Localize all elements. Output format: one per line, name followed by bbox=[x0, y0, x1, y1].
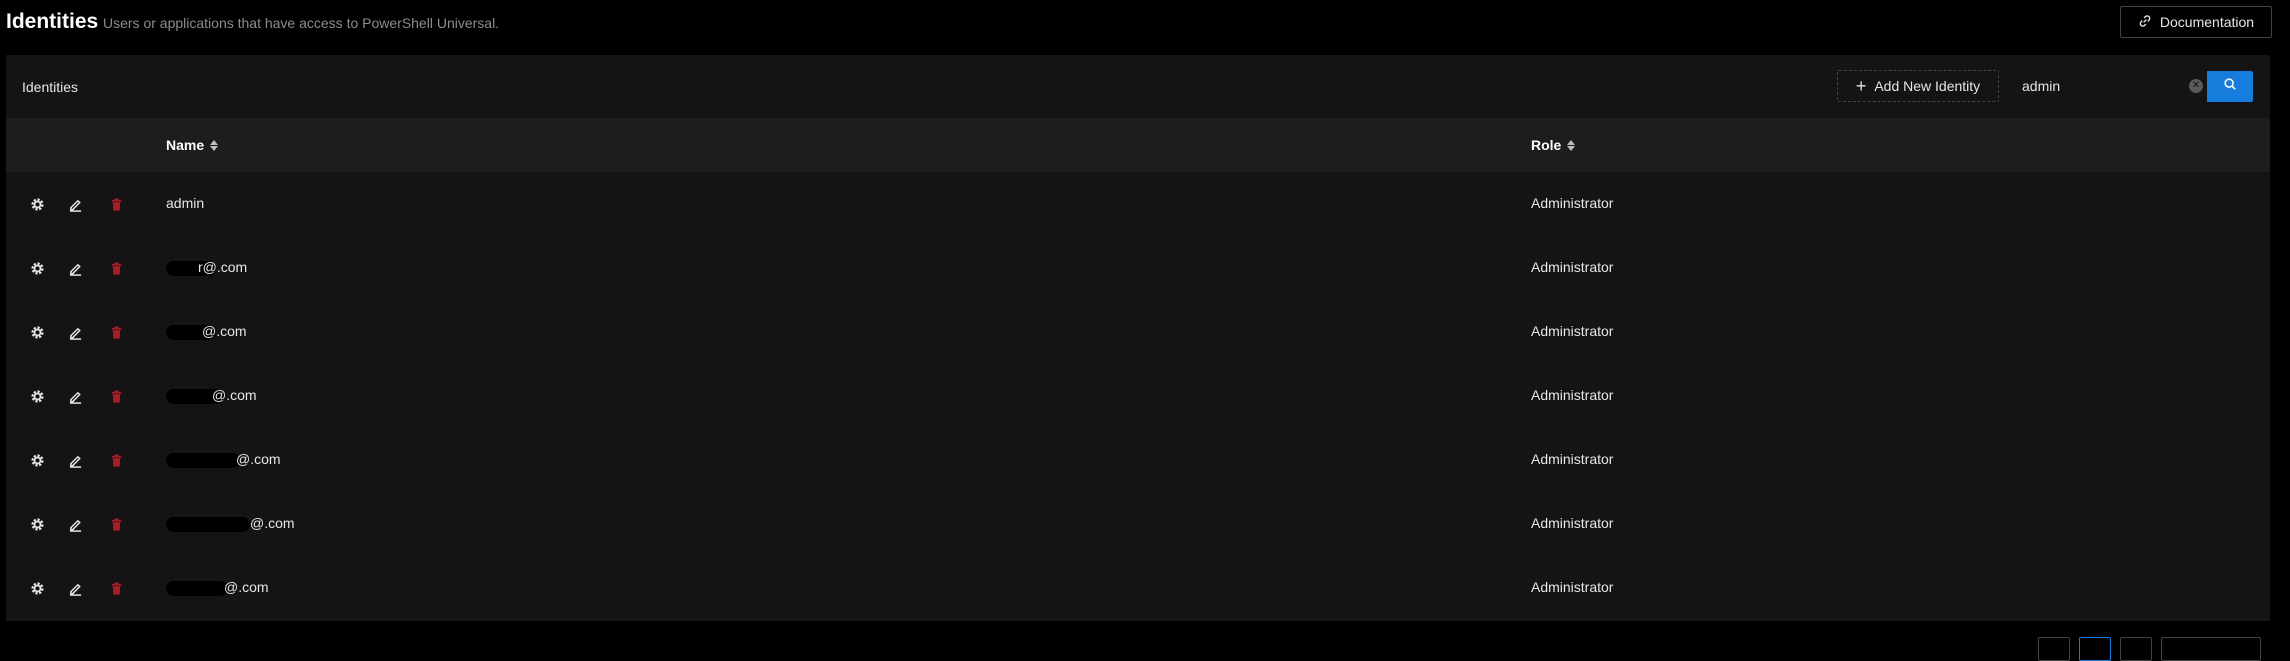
table-row: @.com Administrator bbox=[6, 428, 2270, 492]
identity-name: @.com bbox=[166, 451, 281, 468]
gear-icon[interactable] bbox=[28, 515, 46, 533]
plus-icon: + bbox=[1855, 76, 1867, 96]
pagination-page-button[interactable] bbox=[2079, 637, 2111, 661]
pagination bbox=[2038, 637, 2261, 661]
page-title: Identities bbox=[6, 10, 99, 33]
table-body: admin Administrator r@.com Administrator bbox=[6, 172, 2270, 620]
gear-icon[interactable] bbox=[28, 323, 46, 341]
sort-icon bbox=[210, 139, 219, 151]
identity-name: r@.com bbox=[166, 259, 247, 276]
identity-name: admin bbox=[166, 195, 205, 211]
delete-icon[interactable] bbox=[107, 515, 125, 533]
add-new-identity-label: Add New Identity bbox=[1874, 78, 1981, 94]
gear-icon[interactable] bbox=[28, 451, 46, 469]
table-row: @.com Administrator bbox=[6, 300, 2270, 364]
identity-name: @.com bbox=[166, 323, 247, 340]
redaction-mark bbox=[166, 452, 240, 468]
gear-icon[interactable] bbox=[28, 259, 46, 277]
redaction-mark bbox=[166, 516, 250, 532]
edit-icon[interactable] bbox=[66, 579, 84, 597]
clear-search-icon[interactable]: ✕ bbox=[2189, 79, 2203, 93]
delete-icon[interactable] bbox=[107, 579, 125, 597]
documentation-button[interactable]: Documentation bbox=[2120, 6, 2272, 38]
column-header-role[interactable]: Role bbox=[1531, 137, 1576, 153]
identity-role: Administrator bbox=[1531, 323, 1614, 339]
search-box: ✕ bbox=[2008, 70, 2211, 102]
identity-role: Administrator bbox=[1531, 195, 1614, 211]
add-new-identity-button[interactable]: + Add New Identity bbox=[1837, 70, 1999, 102]
pagination-next-button[interactable] bbox=[2120, 637, 2152, 661]
pagination-prev-button[interactable] bbox=[2038, 637, 2070, 661]
identity-role: Administrator bbox=[1531, 259, 1614, 275]
identity-role: Administrator bbox=[1531, 451, 1614, 467]
table-row: admin Administrator bbox=[6, 172, 2270, 236]
column-header-name[interactable]: Name bbox=[166, 137, 219, 153]
table-header: Name Role bbox=[6, 118, 2270, 172]
column-name-label: Name bbox=[166, 137, 205, 153]
page-header: Identities Users or applications that ha… bbox=[0, 0, 2290, 50]
search-input[interactable] bbox=[2008, 71, 2194, 101]
search-icon bbox=[2223, 77, 2237, 96]
page-subtitle: Users or applications that have access t… bbox=[103, 15, 500, 31]
documentation-label: Documentation bbox=[2159, 14, 2255, 30]
redaction-mark bbox=[166, 580, 228, 596]
delete-icon[interactable] bbox=[107, 259, 125, 277]
gear-icon[interactable] bbox=[28, 387, 46, 405]
delete-icon[interactable] bbox=[107, 323, 125, 341]
edit-icon[interactable] bbox=[66, 451, 84, 469]
gear-icon[interactable] bbox=[28, 195, 46, 213]
delete-icon[interactable] bbox=[107, 387, 125, 405]
card-header: Identities + Add New Identity ✕ bbox=[6, 55, 2270, 118]
gear-icon[interactable] bbox=[28, 579, 46, 597]
identity-role: Administrator bbox=[1531, 515, 1614, 531]
identity-role: Administrator bbox=[1531, 387, 1614, 403]
edit-icon[interactable] bbox=[66, 387, 84, 405]
identity-role: Administrator bbox=[1531, 579, 1614, 595]
edit-icon[interactable] bbox=[66, 259, 84, 277]
edit-icon[interactable] bbox=[66, 195, 84, 213]
page-size-select[interactable] bbox=[2161, 637, 2261, 661]
identities-card: Identities + Add New Identity ✕ Name Rol… bbox=[6, 55, 2270, 621]
identity-name: @.com bbox=[166, 579, 269, 596]
table-row: r@.com Administrator bbox=[6, 236, 2270, 300]
delete-icon[interactable] bbox=[107, 451, 125, 469]
card-title: Identities bbox=[22, 79, 79, 95]
edit-icon[interactable] bbox=[66, 323, 84, 341]
link-icon bbox=[2138, 14, 2152, 31]
edit-icon[interactable] bbox=[66, 515, 84, 533]
sort-icon bbox=[1567, 139, 1576, 151]
table-row: @.com Administrator bbox=[6, 556, 2270, 620]
delete-icon[interactable] bbox=[107, 195, 125, 213]
table-row: @.com Administrator bbox=[6, 492, 2270, 556]
table-row: @.com Administrator bbox=[6, 364, 2270, 428]
identity-name: @.com bbox=[166, 387, 257, 404]
search-button[interactable] bbox=[2207, 71, 2253, 102]
column-role-label: Role bbox=[1531, 137, 1562, 153]
identity-name: @.com bbox=[166, 515, 295, 532]
